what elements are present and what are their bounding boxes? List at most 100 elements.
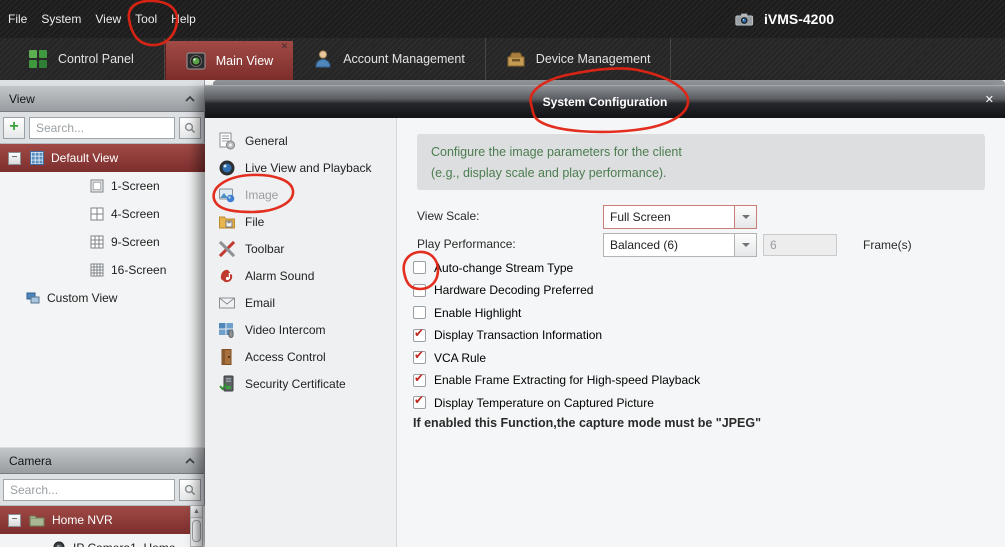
- dialog-title-bar[interactable]: System Configuration ✕: [205, 85, 1005, 118]
- checkbox-box[interactable]: [413, 284, 426, 297]
- sidebar-item-label: Image: [245, 188, 278, 202]
- checkbox-box[interactable]: [413, 261, 426, 274]
- view-tree: − Default View 1-Screen: [0, 143, 205, 448]
- tab-label: Control Panel: [58, 52, 134, 66]
- screen-9-icon: [90, 235, 104, 249]
- checkbox-box[interactable]: [413, 306, 426, 319]
- camera-tree-scrollbar[interactable]: ▲: [190, 505, 203, 547]
- checkbox-auto-change-stream-type[interactable]: Auto-change Stream Type: [413, 261, 700, 274]
- sidebar-item-general[interactable]: General: [205, 127, 396, 154]
- system-configuration-dialog: System Configuration ✕ General Live View…: [205, 85, 1005, 547]
- camera-panel-header[interactable]: Camera: [0, 447, 204, 474]
- camera-search-input[interactable]: [3, 479, 175, 501]
- checkbox-label: VCA Rule: [434, 351, 486, 365]
- dialog-close-icon[interactable]: ✕: [985, 95, 994, 106]
- view-scale-label: View Scale:: [417, 209, 479, 223]
- view-search-button[interactable]: [179, 117, 201, 139]
- sidebar-item-label: Access Control: [245, 350, 326, 364]
- tab-label: Account Management: [343, 52, 465, 66]
- checkbox-enable-frame-extracting[interactable]: Enable Frame Extracting for High-speed P…: [413, 374, 700, 387]
- screen-16-icon: [90, 263, 104, 277]
- dropdown-arrow-button[interactable]: [734, 234, 756, 256]
- tab-main-view[interactable]: Main View ✕: [165, 41, 293, 80]
- alarm-sound-icon: [218, 267, 236, 285]
- menu-system[interactable]: System: [34, 0, 88, 38]
- menu-bar: File System View Tool Help iVMS-4200: [0, 0, 1005, 38]
- tree-label: IP Camera1_Home: [73, 541, 176, 547]
- sidebar-item-email[interactable]: Email: [205, 289, 396, 316]
- jpeg-note: If enabled this Function,the capture mod…: [413, 416, 761, 430]
- general-icon: [218, 132, 236, 150]
- dropdown-arrow-button[interactable]: [734, 206, 756, 228]
- checkbox-box[interactable]: [413, 351, 426, 364]
- sidebar-item-label: Toolbar: [245, 242, 284, 256]
- checkbox-label: Display Transaction Information: [434, 328, 602, 342]
- menu-file[interactable]: File: [0, 0, 34, 38]
- tab-device-management[interactable]: Device Management: [486, 38, 672, 80]
- view-scale-select[interactable]: Full Screen: [603, 205, 757, 229]
- dialog-sidebar: General Live View and Playback Image: [205, 118, 397, 547]
- menu-help[interactable]: Help: [164, 0, 203, 38]
- plus-icon: +: [9, 119, 18, 135]
- frames-input: [763, 234, 837, 256]
- main-view-icon: [186, 51, 206, 71]
- checkbox-label: Enable Highlight: [434, 306, 521, 320]
- tree-row-default-view[interactable]: − Default View: [0, 144, 205, 172]
- view-panel-title: View: [9, 92, 35, 106]
- video-intercom-icon: [218, 321, 236, 339]
- collapse-arrow-icon[interactable]: [185, 96, 195, 102]
- play-performance-select[interactable]: Balanced (6): [603, 233, 757, 257]
- screen-1-icon: [90, 179, 104, 193]
- collapse-expander[interactable]: −: [8, 514, 21, 527]
- sidebar-item-live-view-and-playback[interactable]: Live View and Playback: [205, 154, 396, 181]
- camera-search-button[interactable]: [179, 479, 201, 501]
- checkbox-hardware-decoding-preferred[interactable]: Hardware Decoding Preferred: [413, 284, 700, 297]
- sidebar-item-image[interactable]: Image: [205, 181, 396, 208]
- checkbox-enable-highlight[interactable]: Enable Highlight: [413, 306, 700, 319]
- sidebar-item-security-certificate[interactable]: Security Certificate: [205, 370, 396, 397]
- sidebar-item-video-intercom[interactable]: Video Intercom: [205, 316, 396, 343]
- tab-close-icon[interactable]: ✕: [281, 42, 289, 51]
- view-search-input[interactable]: [29, 117, 175, 139]
- checkbox-box[interactable]: [413, 374, 426, 387]
- checkbox-box[interactable]: [413, 329, 426, 342]
- scrollbar-up-arrow[interactable]: ▲: [191, 506, 202, 518]
- screen-4-icon: [90, 207, 104, 221]
- checkbox-display-transaction-information[interactable]: Display Transaction Information: [413, 329, 700, 342]
- tree-label: Custom View: [47, 291, 117, 305]
- tab-control-panel[interactable]: Control Panel: [0, 38, 165, 80]
- view-panel-header[interactable]: View: [0, 85, 204, 112]
- app-title: iVMS-4200: [764, 11, 834, 27]
- menu-tool[interactable]: Tool: [128, 0, 164, 38]
- collapse-arrow-icon[interactable]: [185, 458, 195, 464]
- tab-account-management[interactable]: Account Management: [293, 38, 486, 80]
- tab-bar: Control Panel Main View ✕ Account Manage…: [0, 38, 1005, 80]
- sidebar-item-label: Video Intercom: [245, 323, 326, 337]
- sidebar-item-alarm-sound[interactable]: Alarm Sound: [205, 262, 396, 289]
- sidebar-item-file[interactable]: File: [205, 208, 396, 235]
- collapse-expander[interactable]: −: [8, 152, 21, 165]
- camera-tree: − Home NVR IP Camera1_Home: [0, 505, 205, 547]
- sidebar-item-toolbar[interactable]: Toolbar: [205, 235, 396, 262]
- sidebar-item-access-control[interactable]: Access Control: [205, 343, 396, 370]
- account-management-icon: [313, 49, 333, 69]
- camera-logo-icon: [735, 9, 755, 29]
- tree-row-ip-camera1[interactable]: IP Camera1_Home: [0, 534, 205, 547]
- checkbox-vca-rule[interactable]: VCA Rule: [413, 351, 700, 364]
- tree-row-custom-view[interactable]: Custom View: [0, 284, 205, 312]
- tree-row-9-screen[interactable]: 9-Screen: [0, 228, 205, 256]
- sidebar-item-label: General: [245, 134, 288, 148]
- checkbox-box[interactable]: [413, 396, 426, 409]
- checkbox-display-temperature[interactable]: Display Temperature on Captured Picture: [413, 396, 700, 409]
- add-view-button[interactable]: +: [3, 117, 25, 139]
- tab-label: Device Management: [536, 52, 651, 66]
- access-control-icon: [218, 348, 236, 366]
- sidebar-item-label: Email: [245, 296, 275, 310]
- tree-row-4-screen[interactable]: 4-Screen: [0, 200, 205, 228]
- tree-row-1-screen[interactable]: 1-Screen: [0, 172, 205, 200]
- image-icon: [218, 186, 236, 204]
- scrollbar-thumb[interactable]: [192, 520, 201, 542]
- tree-row-16-screen[interactable]: 16-Screen: [0, 256, 205, 284]
- menu-view[interactable]: View: [88, 0, 128, 38]
- tree-row-home-nvr[interactable]: − Home NVR: [0, 506, 191, 534]
